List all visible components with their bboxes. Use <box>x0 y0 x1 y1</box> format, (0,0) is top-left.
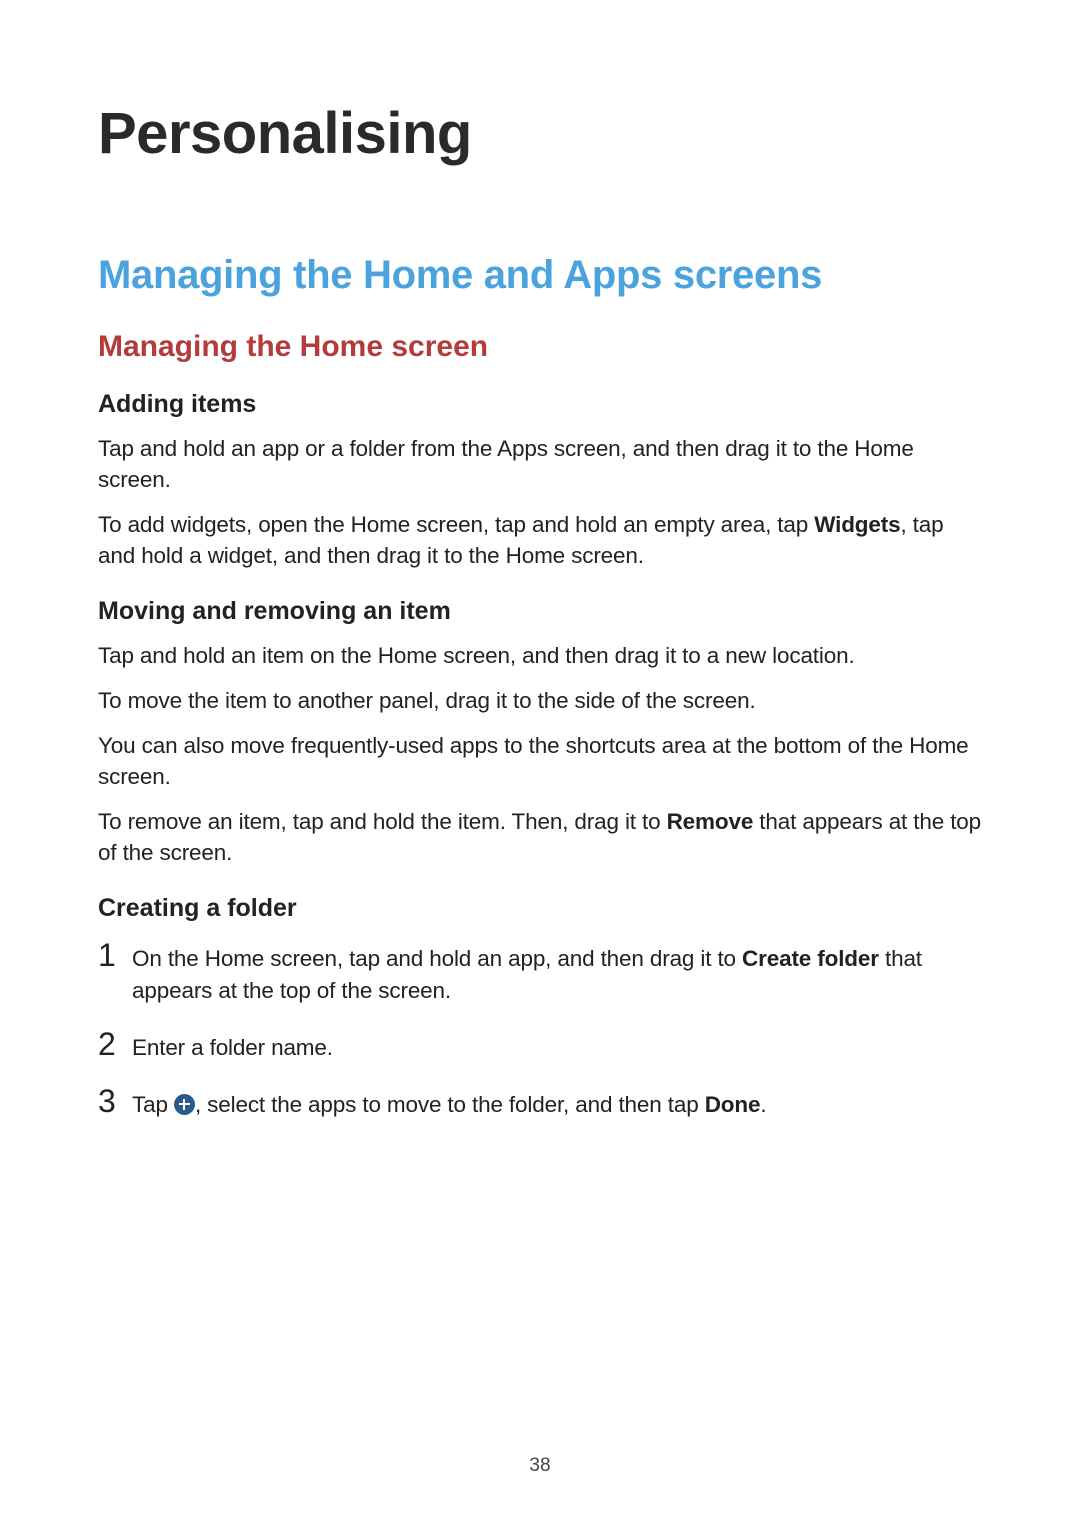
heading-creating-folder: Creating a folder <box>98 894 982 923</box>
bold-text: Create folder <box>742 946 879 971</box>
paragraph: To add widgets, open the Home screen, ta… <box>98 509 982 571</box>
list-item: 1 On the Home screen, tap and hold an ap… <box>98 941 982 1005</box>
paragraph: Tap and hold an app or a folder from the… <box>98 433 982 495</box>
list-item: 3 Tap , select the apps to move to the f… <box>98 1087 982 1120</box>
text-run: To remove an item, tap and hold the item… <box>98 809 667 834</box>
text-run: Tap <box>132 1092 174 1117</box>
page-number: 38 <box>0 1455 1080 1477</box>
page-title-h1: Personalising <box>98 100 982 167</box>
text-run: On the Home screen, tap and hold an app,… <box>132 946 742 971</box>
bold-text: Done <box>705 1092 761 1117</box>
section-heading-h2: Managing the Home and Apps screens <box>98 253 982 298</box>
subsection-heading-h3: Managing the Home screen <box>98 330 982 364</box>
heading-moving-removing: Moving and removing an item <box>98 597 982 626</box>
step-text: Enter a folder name. <box>132 1030 982 1063</box>
step-number: 1 <box>98 939 132 971</box>
paragraph: You can also move frequently-used apps t… <box>98 730 982 792</box>
step-number: 2 <box>98 1028 132 1060</box>
bold-text: Remove <box>667 809 754 834</box>
heading-adding-items: Adding items <box>98 390 982 419</box>
text-run: . <box>760 1092 766 1117</box>
ordered-steps: 1 On the Home screen, tap and hold an ap… <box>98 941 982 1119</box>
list-item: 2 Enter a folder name. <box>98 1030 982 1063</box>
step-text: Tap , select the apps to move to the fol… <box>132 1087 982 1120</box>
paragraph: Tap and hold an item on the Home screen,… <box>98 640 982 671</box>
manual-page: Personalising Managing the Home and Apps… <box>0 0 1080 1120</box>
bold-text: Widgets <box>814 512 900 537</box>
text-run: , select the apps to move to the folder,… <box>195 1092 705 1117</box>
step-number: 3 <box>98 1085 132 1117</box>
add-circle-icon <box>174 1094 195 1115</box>
paragraph: To remove an item, tap and hold the item… <box>98 806 982 868</box>
paragraph: To move the item to another panel, drag … <box>98 685 982 716</box>
step-text: On the Home screen, tap and hold an app,… <box>132 941 982 1005</box>
text-run: To add widgets, open the Home screen, ta… <box>98 512 814 537</box>
